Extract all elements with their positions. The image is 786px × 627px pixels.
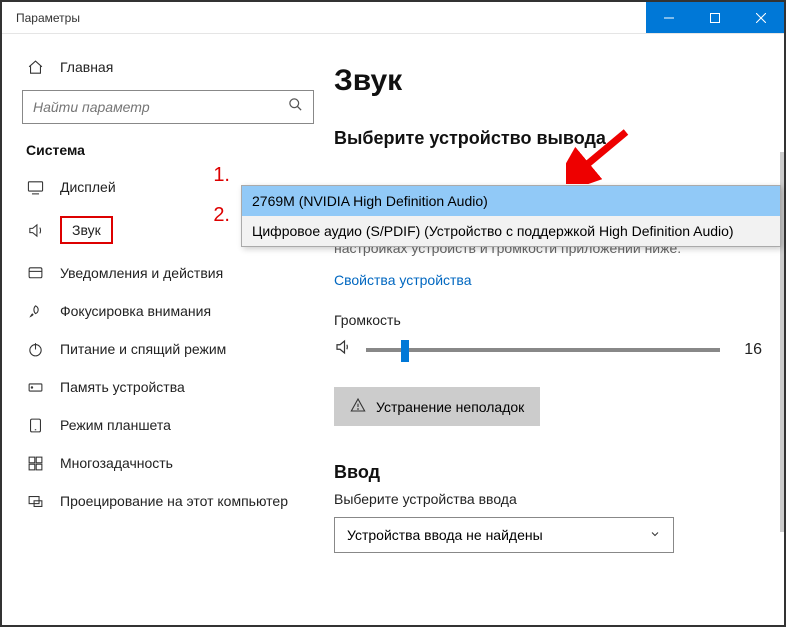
search-input[interactable]	[33, 99, 288, 115]
troubleshoot-label: Устранение неполадок	[376, 399, 524, 415]
sidebar-item-focus[interactable]: Фокусировка внимания	[2, 292, 334, 330]
close-button[interactable]	[738, 2, 784, 33]
sidebar-item-label: Звук	[60, 216, 113, 244]
input-heading: Ввод	[334, 462, 762, 483]
sidebar-item-power[interactable]: Питание и спящий режим	[2, 330, 334, 368]
annotation-arrow	[566, 124, 636, 184]
search-icon	[288, 97, 303, 117]
sidebar-item-label: Уведомления и действия	[60, 265, 223, 281]
home-icon	[26, 58, 44, 76]
sidebar-item-notifications[interactable]: Уведомления и действия	[2, 254, 334, 292]
warning-icon	[350, 397, 366, 416]
speaker-icon[interactable]	[334, 338, 352, 361]
power-icon	[26, 340, 44, 358]
sound-icon	[26, 221, 44, 239]
dropdown-option-1[interactable]: 2769M (NVIDIA High Definition Audio)	[242, 186, 780, 216]
sidebar-item-label: Режим планшета	[60, 417, 171, 433]
troubleshoot-button[interactable]: Устранение неполадок	[334, 387, 540, 426]
annotation-1: 1.	[213, 164, 230, 187]
sidebar-item-label: Питание и спящий режим	[60, 341, 226, 357]
project-icon	[26, 492, 44, 510]
sidebar-category: Система	[2, 142, 334, 168]
dropdown-option-2[interactable]: Цифровое аудио (S/PDIF) (Устройство с по…	[242, 216, 780, 246]
notification-icon	[26, 264, 44, 282]
volume-value: 16	[734, 341, 762, 359]
maximize-button[interactable]	[692, 2, 738, 33]
device-properties-link[interactable]: Свойства устройства	[334, 272, 472, 288]
tablet-icon	[26, 416, 44, 434]
sidebar-item-projecting[interactable]: Проецирование на этот компьютер	[2, 482, 334, 520]
volume-label: Громкость	[334, 312, 762, 328]
focus-icon	[26, 302, 44, 320]
volume-slider[interactable]	[366, 348, 720, 352]
input-select-value: Устройства ввода не найдены	[347, 527, 543, 543]
volume-slider-thumb[interactable]	[401, 340, 409, 362]
multitask-icon	[26, 454, 44, 472]
input-section-title: Выберите устройства ввода	[334, 491, 762, 507]
sidebar-item-label: Проецирование на этот компьютер	[60, 493, 288, 509]
input-device-select[interactable]: Устройства ввода не найдены	[334, 517, 674, 553]
sidebar-item-label: Фокусировка внимания	[60, 303, 211, 319]
sidebar: Главная Система 1. Дисплей 2. Звук Уведо…	[2, 34, 334, 625]
sidebar-item-storage[interactable]: Память устройства	[2, 368, 334, 406]
main-content: Звук Выберите устройство вывода параметр…	[334, 34, 784, 625]
output-section-title: Выберите устройство вывода	[334, 128, 762, 149]
sidebar-item-label: Многозадачность	[60, 455, 173, 471]
annotation-2: 2.	[213, 204, 230, 227]
sidebar-home[interactable]: Главная	[2, 48, 334, 90]
sidebar-item-label: Дисплей	[60, 179, 116, 195]
sidebar-item-tablet[interactable]: Режим планшета	[2, 406, 334, 444]
sidebar-item-multitask[interactable]: Многозадачность	[2, 444, 334, 482]
titlebar: Параметры	[2, 2, 784, 34]
sidebar-item-label: Память устройства	[60, 379, 185, 395]
storage-icon	[26, 378, 44, 396]
output-device-dropdown[interactable]: 2769M (NVIDIA High Definition Audio) Циф…	[241, 185, 781, 247]
sidebar-home-label: Главная	[60, 59, 113, 75]
display-icon	[26, 178, 44, 196]
page-title: Звук	[334, 64, 762, 98]
window-title: Параметры	[16, 11, 80, 25]
search-input-wrap[interactable]	[22, 90, 314, 124]
window-controls	[646, 2, 784, 33]
minimize-button[interactable]	[646, 2, 692, 33]
chevron-down-icon	[649, 527, 661, 543]
